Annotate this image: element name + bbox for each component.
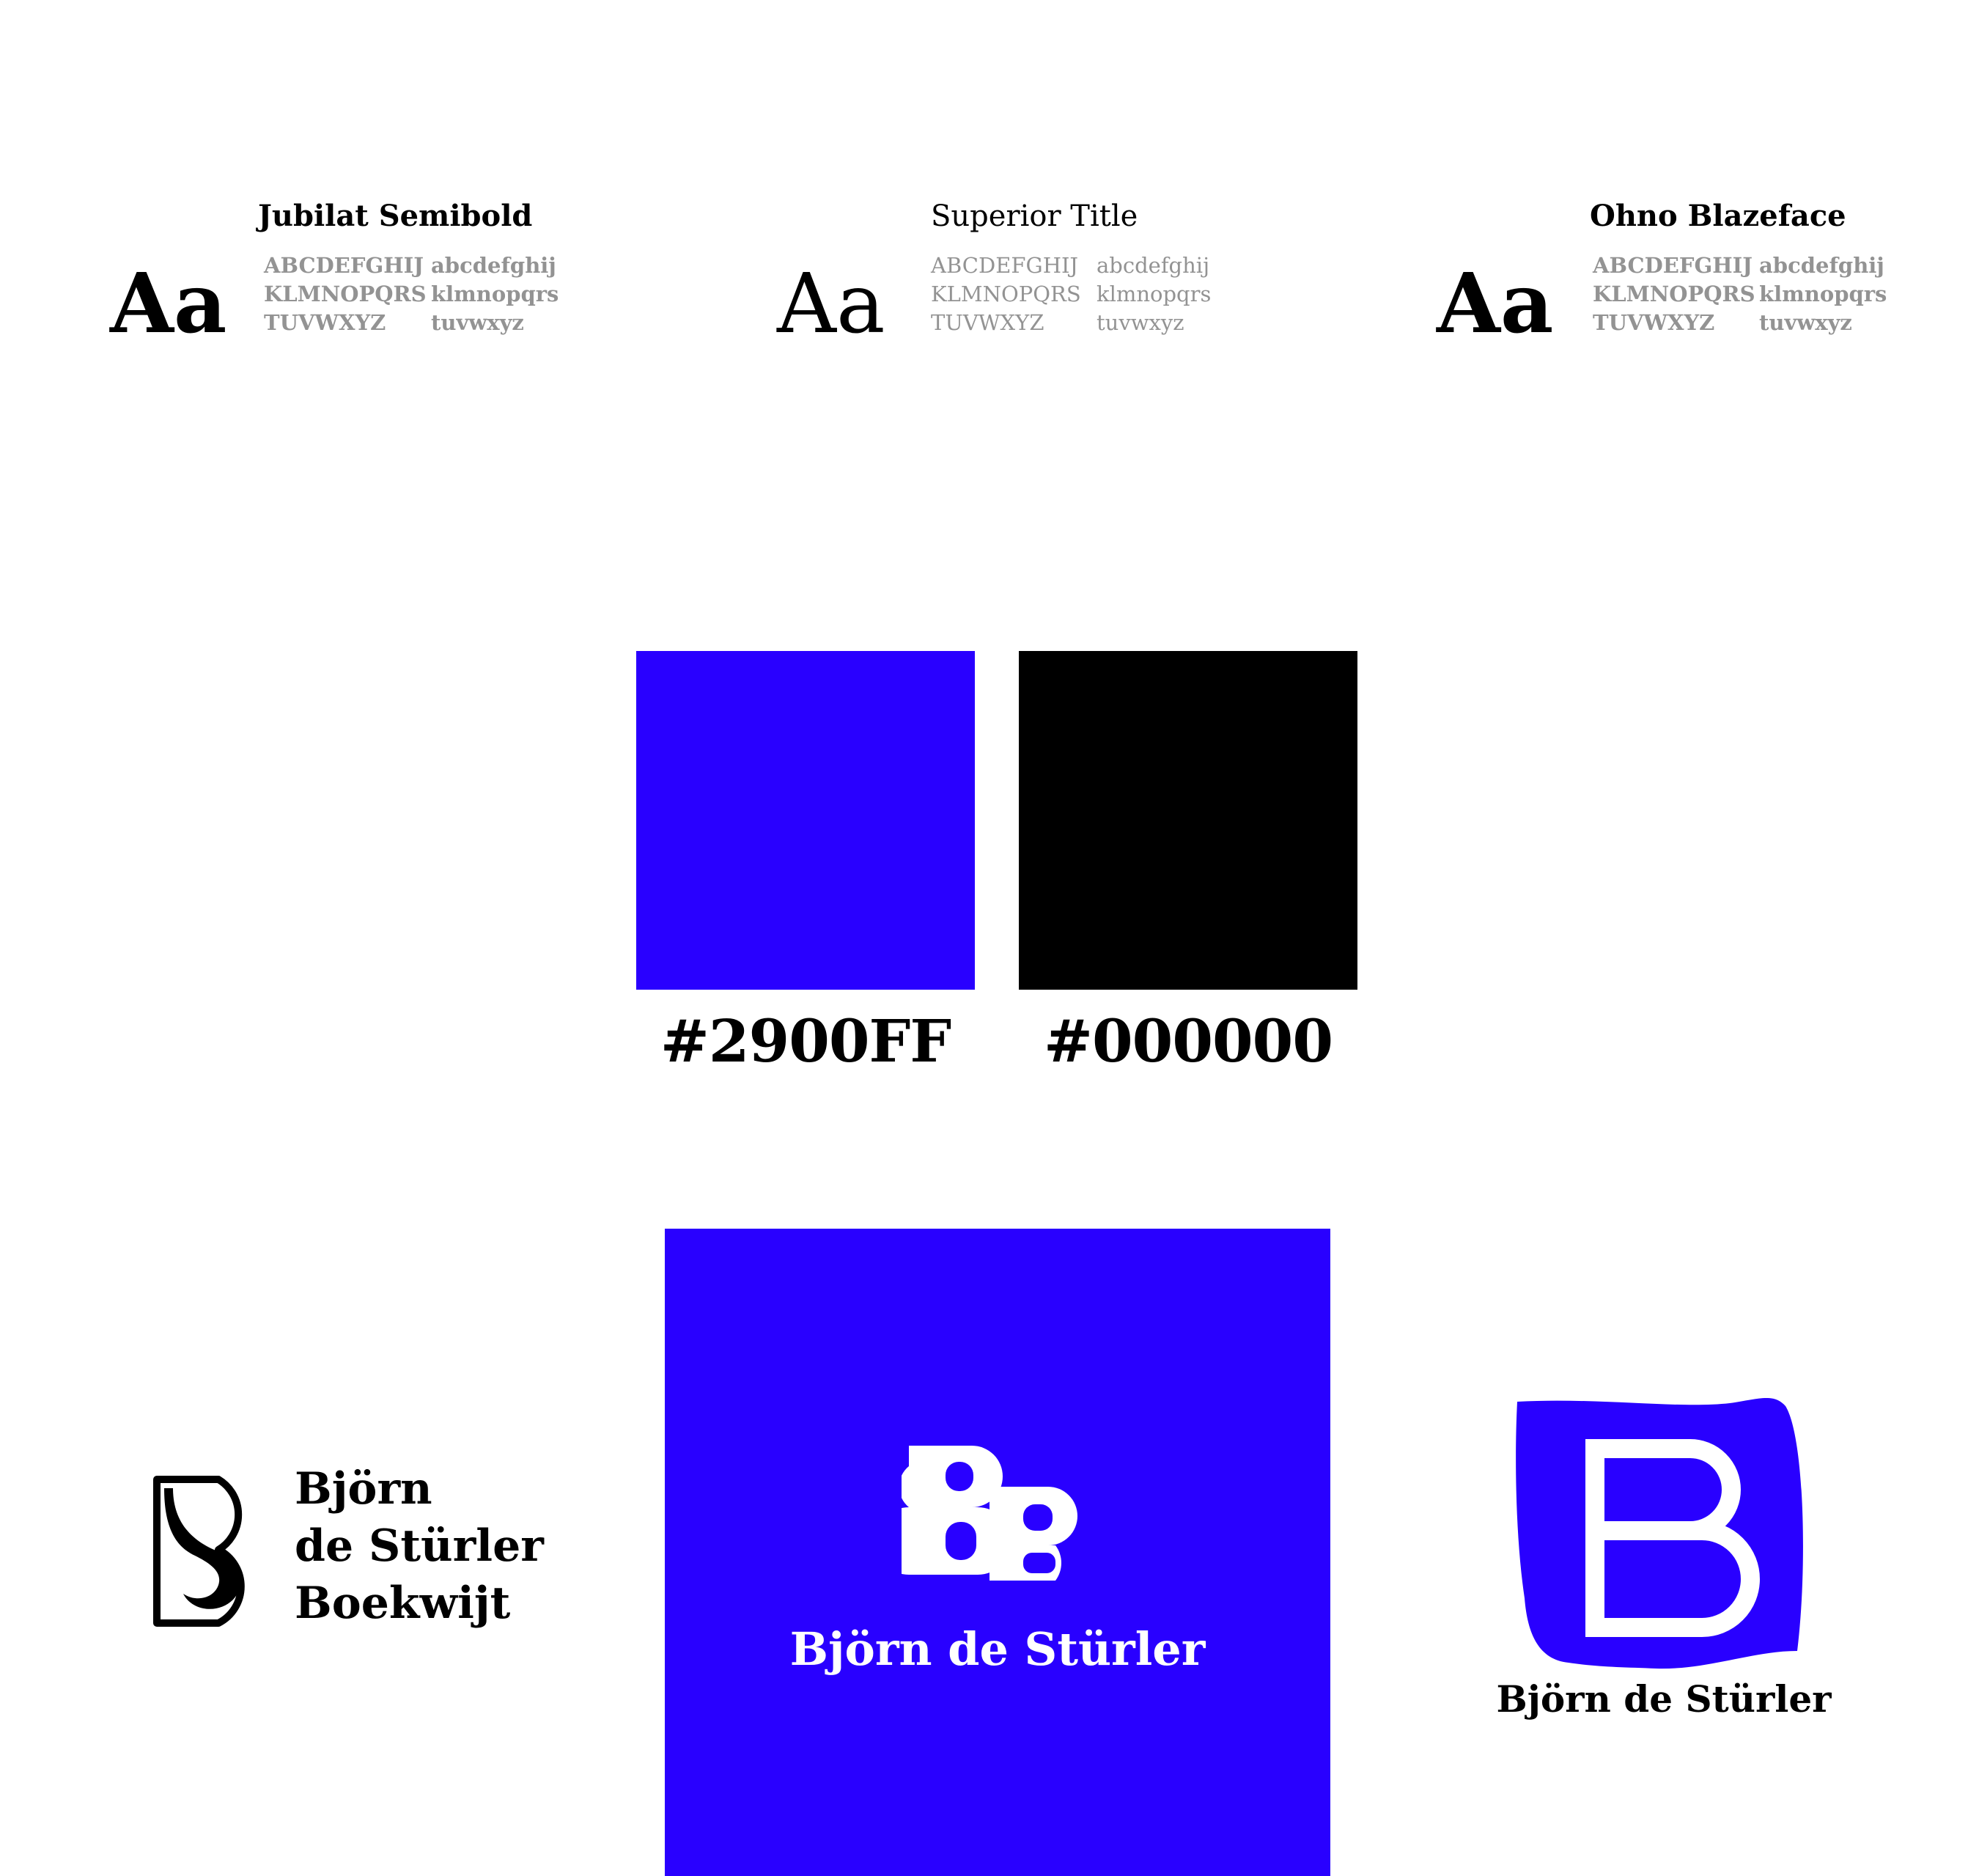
font-name: Ohno Blazeface [1590, 199, 1846, 233]
lowercase-glyphs: abcdefghij klmnopqrs tuvwxyz [1759, 251, 1887, 337]
glyph-row: abcdefghij [1097, 253, 1210, 278]
font-specimen-ohno: Ohno Blazeface Aa ABCDEFGHIJ KLMNOPQRS T… [1437, 194, 1913, 363]
glyph-row: klmnopqrs [1097, 282, 1212, 306]
logo-text-line: Björn [295, 1463, 432, 1515]
glyph-row: tuvwxyz [1097, 310, 1184, 335]
b-monogram-icon [1516, 1397, 1803, 1669]
logo-stacked-variant: Björn de Stürler Boekwijt [151, 1463, 544, 1649]
color-code-black: #000000 [1043, 1007, 1333, 1075]
glyph-row: TUVWXYZ [264, 310, 386, 335]
glyph-row: abcdefghij [431, 253, 556, 278]
glyph-row: TUVWXYZ [931, 310, 1044, 335]
font-specimen-superior: Superior Title Aa ABCDEFGHIJ KLMNOPQRS T… [777, 194, 1253, 363]
glyph-row: abcdefghij [1759, 253, 1884, 278]
color-swatch-blue [636, 651, 975, 990]
font-sample: Aa [110, 256, 227, 352]
glyph-row: KLMNOPQRS [1593, 282, 1755, 306]
font-sample: Aa [777, 257, 885, 352]
glyph-row: klmnopqrs [431, 282, 559, 306]
font-name: Jubilat Semibold [258, 199, 533, 233]
logo-text-line: Boekwijt [295, 1578, 511, 1629]
logo-wordmark: Björn de Stürler [789, 1622, 1206, 1676]
glyph-row: KLMNOPQRS [264, 282, 427, 306]
font-specimen-jubilat: Jubilat Semibold Aa ABCDEFGHIJ KLMNOPQRS… [110, 194, 586, 363]
glyph-row: tuvwxyz [431, 310, 524, 335]
lowercase-glyphs: abcdefghij klmnopqrs tuvwxyz [431, 251, 559, 337]
color-code-blue: #2900FF [660, 1007, 951, 1075]
glyph-row: ABCDEFGHIJ [931, 253, 1079, 278]
logo-text-stack: Björn de Stürler Boekwijt [295, 1460, 544, 1632]
font-sample: Aa [1437, 256, 1554, 352]
glyph-row: KLMNOPQRS [931, 282, 1081, 306]
glyph-row: TUVWXYZ [1593, 310, 1715, 335]
uppercase-glyphs: ABCDEFGHIJ KLMNOPQRS TUVWXYZ [1593, 251, 1755, 337]
glyph-row: klmnopqrs [1759, 282, 1887, 306]
logo-wordmark-below: Björn de Stürler [1496, 1677, 1832, 1721]
logo-text-line: de Stürler [295, 1520, 544, 1572]
glyph-row: tuvwxyz [1759, 310, 1852, 335]
s-monogram-icon [153, 1476, 245, 1627]
lowercase-glyphs: abcdefghij klmnopqrs tuvwxyz [1097, 251, 1211, 337]
uppercase-glyphs: ABCDEFGHIJ KLMNOPQRS TUVWXYZ [264, 251, 427, 337]
glyph-row: ABCDEFGHIJ [1593, 253, 1753, 278]
color-swatch-black [1019, 651, 1357, 990]
uppercase-glyphs: ABCDEFGHIJ KLMNOPQRS TUVWXYZ [931, 251, 1081, 337]
font-name: Superior Title [931, 199, 1138, 233]
glyph-row: ABCDEFGHIJ [264, 253, 424, 278]
bb-monogram-icon [902, 1446, 1077, 1581]
